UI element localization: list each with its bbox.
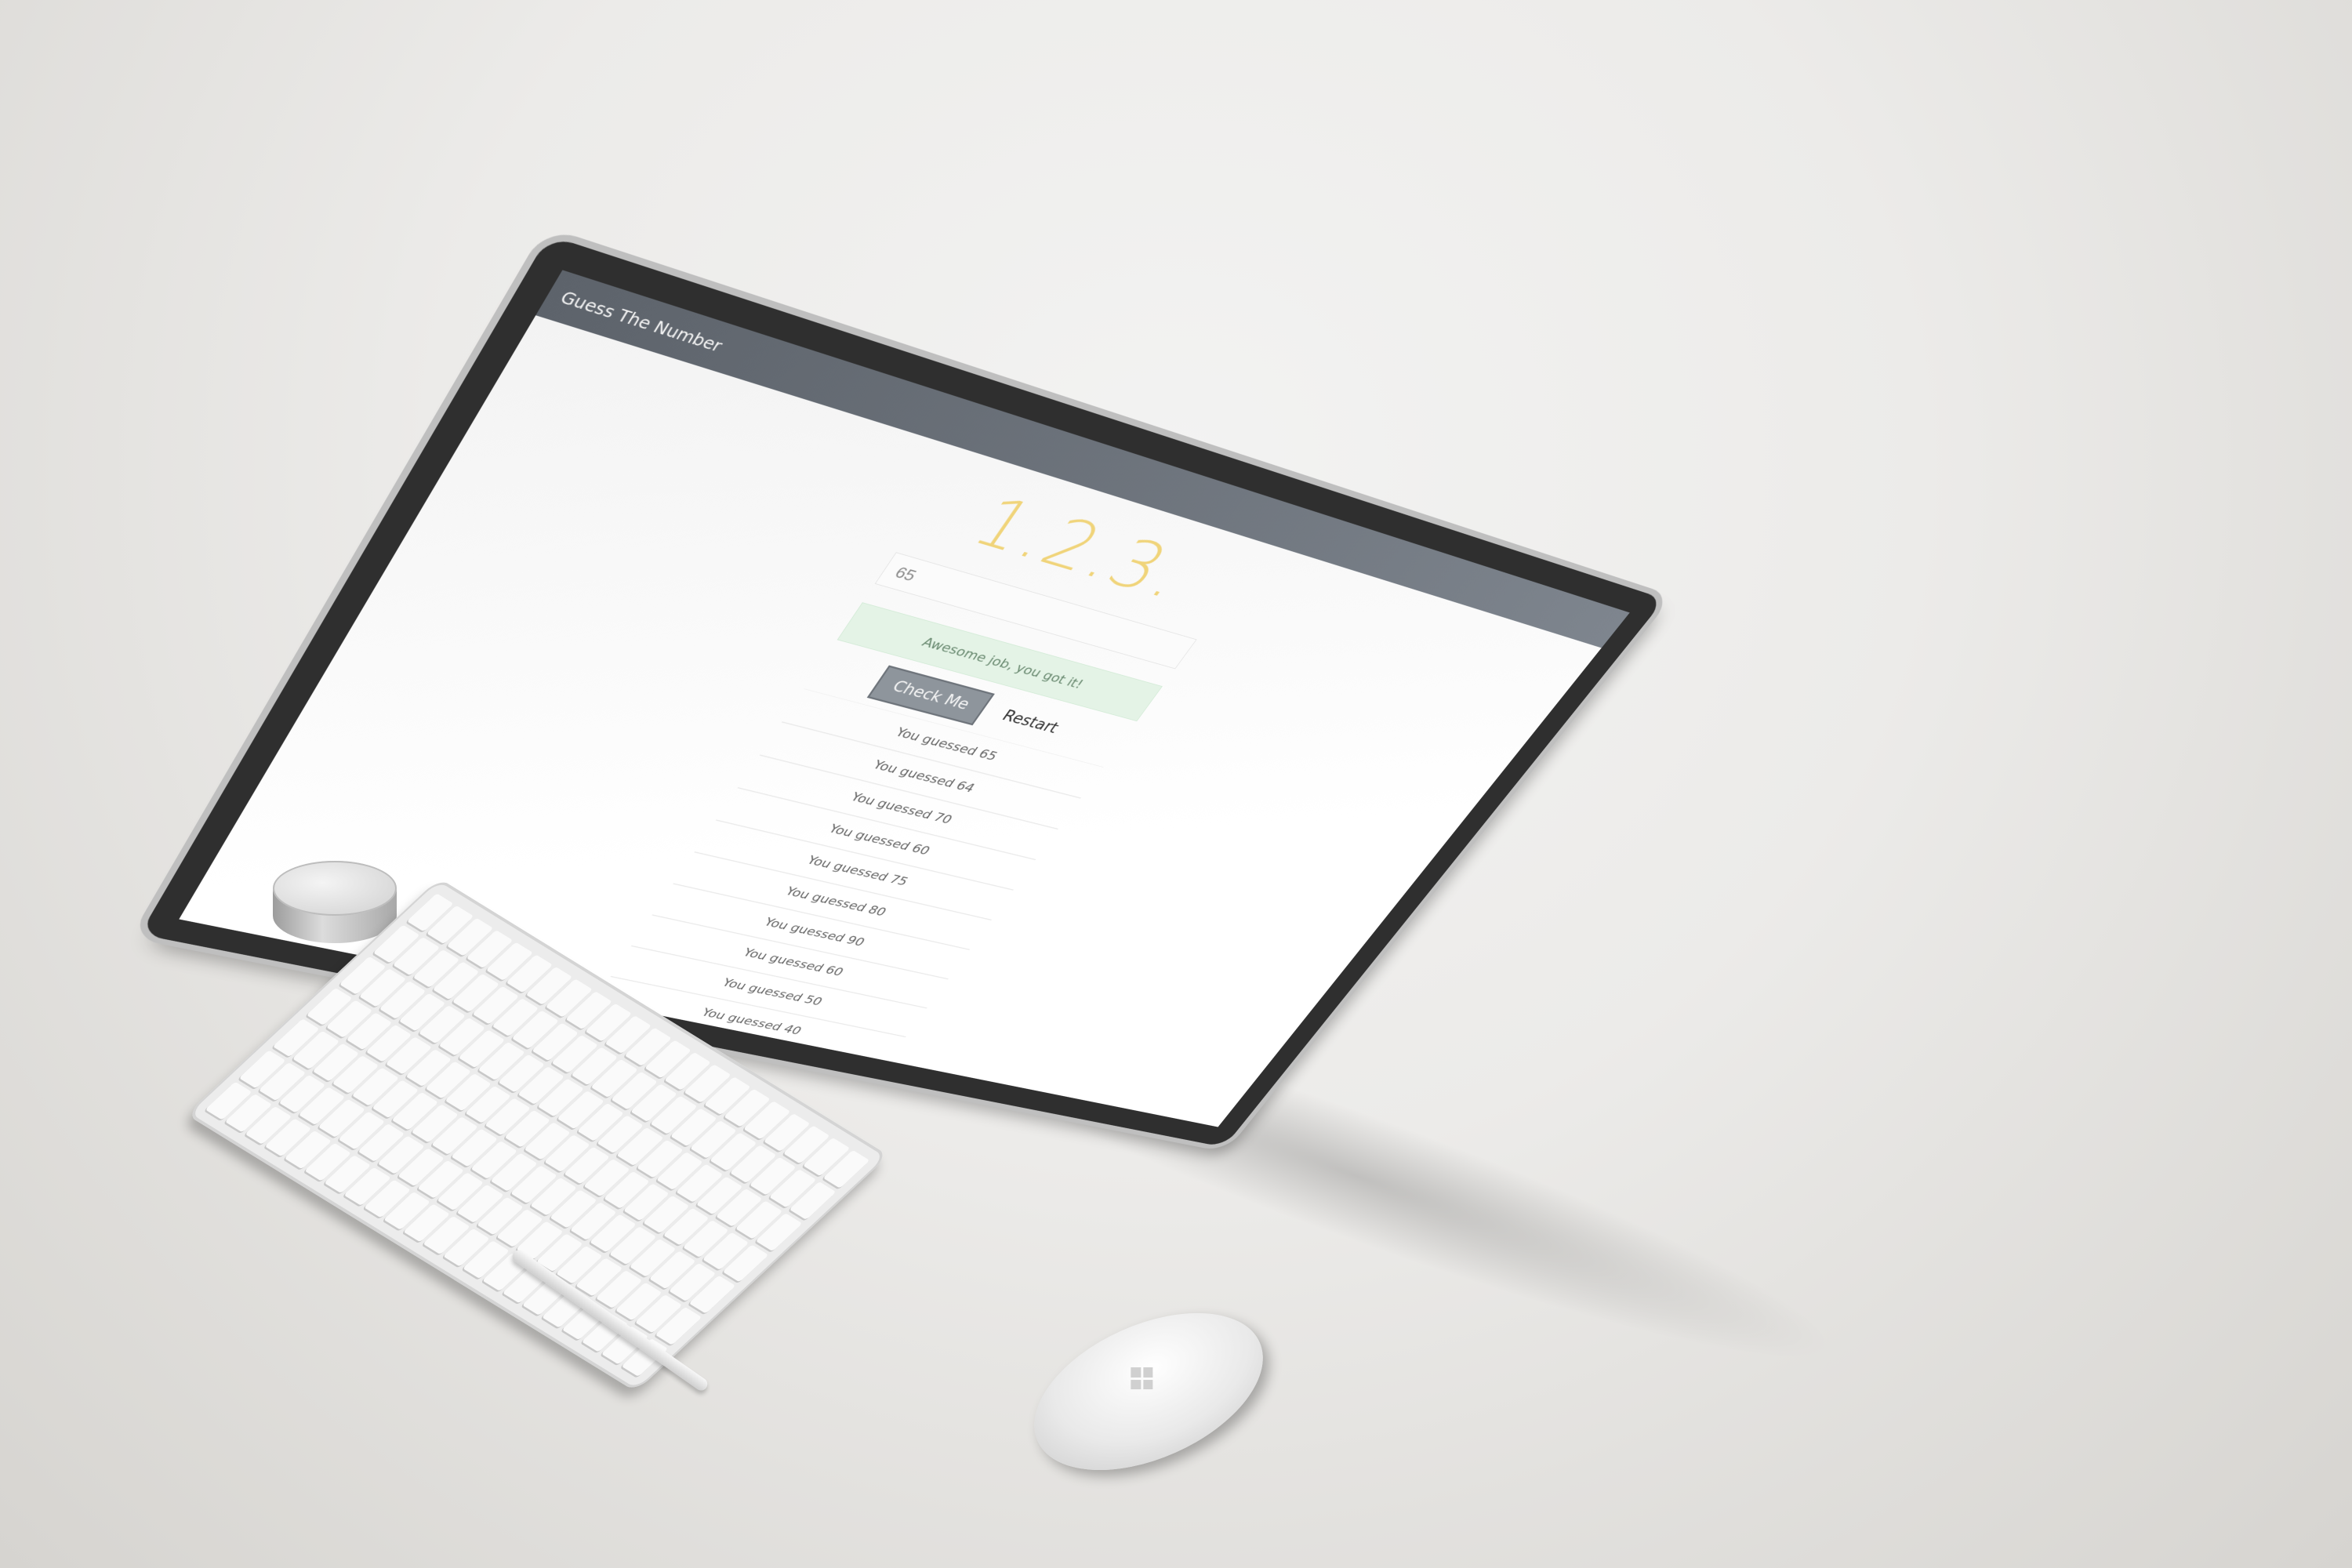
windows-logo-icon <box>1131 1367 1152 1389</box>
logo-square <box>1143 1380 1153 1390</box>
guess-history-list: You guessed 65 You guessed 64 You guesse… <box>590 688 1104 1065</box>
mouse <box>1011 1281 1287 1501</box>
logo-square <box>1131 1367 1141 1377</box>
logo-square <box>1131 1380 1141 1390</box>
logo-square <box>1143 1367 1153 1377</box>
desk-scene: Guess The Number 1.2.3. Awesome job, you… <box>0 0 2352 1568</box>
dial-top <box>273 861 397 916</box>
game-panel: 1.2.3. Awesome job, you got it! Check Me… <box>582 445 1278 1063</box>
